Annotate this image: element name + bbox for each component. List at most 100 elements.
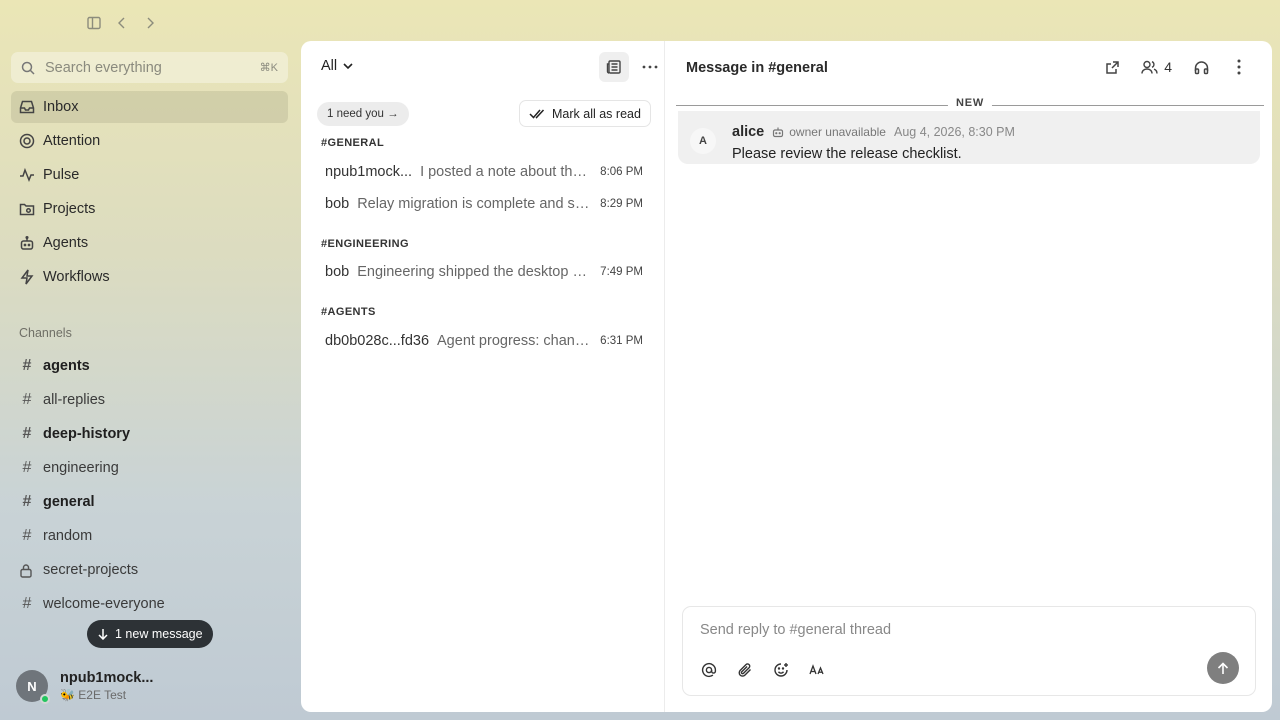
more-vertical-icon: [1237, 59, 1241, 75]
main-panel: All 1 need you → Mark all as read #GENER…: [301, 41, 1272, 712]
inbox-row-sender: bob: [325, 196, 350, 212]
inbox-row[interactable]: db0b028c...fd36 Agent progress: channel …: [325, 331, 643, 351]
bolt-icon: [19, 269, 35, 285]
channel-name: secret-projects: [43, 562, 139, 578]
nav-item-label: Inbox: [43, 99, 79, 115]
nav-item-label: Attention: [43, 133, 101, 149]
inbox-row-time: 7:49 PM: [600, 266, 643, 278]
inbox-row-time: 8:29 PM: [600, 198, 643, 210]
inbox-row[interactable]: npub1mock... I posted a note about the r…: [325, 162, 643, 182]
channel-name: deep-history: [43, 426, 131, 442]
paperclip-icon[interactable]: [733, 658, 757, 682]
inbox-row[interactable]: bob Relay migration is complete and stab…: [325, 194, 643, 214]
search-input[interactable]: Search everything ⌘K: [11, 52, 288, 83]
online-indicator: [40, 694, 50, 704]
nav-item-attention[interactable]: Attention: [11, 125, 288, 157]
avatar: A: [690, 128, 716, 154]
need-you-label: 1 need you →: [327, 108, 399, 120]
channel-item-agents[interactable]: # agents: [11, 349, 288, 383]
channel-name: general: [43, 494, 95, 510]
pulse-icon: [19, 167, 35, 183]
emoji-add-icon[interactable]: [769, 658, 793, 682]
newspaper-icon: [606, 59, 622, 75]
hash-icon: #: [22, 527, 32, 544]
new-label: NEW: [947, 97, 993, 109]
owner-status-badge: owner unavailable: [772, 125, 886, 139]
owner-status-label: owner unavailable: [789, 125, 886, 139]
nav-item-projects[interactable]: Projects: [11, 193, 288, 225]
channel-item-secret-projects[interactable]: secret-projects: [11, 553, 288, 587]
primary-nav: Inbox Attention Pulse Projects Agents Wo…: [11, 91, 288, 295]
channel-list: # agents # all-replies # deep-history # …: [11, 349, 288, 621]
avatar-initial: A: [699, 135, 707, 147]
open-external-button[interactable]: [1097, 52, 1127, 82]
user-name: npub1mock...: [60, 670, 154, 686]
inbox-group-title: #ENGINEERING: [321, 238, 409, 250]
arrow-up-icon: [1217, 661, 1229, 675]
need-you-filter[interactable]: 1 need you →: [317, 102, 409, 126]
lock-icon: [19, 563, 35, 578]
nav-item-inbox[interactable]: Inbox: [11, 91, 288, 123]
channel-name: all-replies: [43, 392, 106, 408]
reader-view-button[interactable]: [599, 52, 629, 82]
member-count: 4: [1164, 59, 1172, 75]
inbox-pane: All 1 need you → Mark all as read #GENER…: [301, 41, 665, 712]
inbox-more-button[interactable]: [635, 52, 665, 82]
target-icon: [19, 133, 35, 149]
inbox-row-preview: Relay migration is complete and stable: [357, 196, 593, 212]
inbox-row-preview: Engineering shipped the desktop build to…: [357, 264, 592, 280]
inbox-group-title: #GENERAL: [321, 137, 385, 149]
message-author[interactable]: alice: [732, 124, 764, 140]
inbox-toolbar: [599, 52, 665, 82]
send-button[interactable]: [1207, 652, 1239, 684]
thread-pane: Message in #general 4 NEW A alice owner …: [666, 41, 1272, 712]
user-profile[interactable]: N npub1mock... 🐝 E2E Test: [16, 670, 154, 704]
thread-more-button[interactable]: [1224, 52, 1254, 82]
nav-item-agents[interactable]: Agents: [11, 227, 288, 259]
huddle-button[interactable]: [1186, 52, 1216, 82]
composer-toolbar: [697, 658, 829, 682]
inbox-row-time: 6:31 PM: [600, 335, 643, 347]
channel-item-deep-history[interactable]: # deep-history: [11, 417, 288, 451]
channel-item-all-replies[interactable]: # all-replies: [11, 383, 288, 417]
hash-icon: #: [22, 493, 32, 510]
channel-name: engineering: [43, 460, 119, 476]
arrow-down-icon: [97, 628, 109, 640]
hash-icon: #: [22, 391, 32, 408]
reply-composer[interactable]: Send reply to #general thread: [682, 606, 1256, 696]
reply-input[interactable]: Send reply to #general thread: [700, 622, 891, 638]
inbox-icon: [19, 99, 35, 115]
thread-title: Message in #general: [686, 60, 828, 76]
hash-icon: #: [22, 357, 32, 374]
nav-item-pulse[interactable]: Pulse: [11, 159, 288, 191]
double-check-icon: [529, 108, 545, 120]
inbox-row-sender: db0b028c...fd36: [325, 333, 430, 349]
inbox-group-title: #AGENTS: [321, 306, 376, 318]
channel-item-random[interactable]: # random: [11, 519, 288, 553]
inbox-row[interactable]: bob Engineering shipped the desktop buil…: [325, 262, 643, 282]
nav-item-label: Agents: [43, 235, 89, 251]
user-status: 🐝 E2E Test: [60, 688, 127, 702]
channel-item-general[interactable]: # general: [11, 485, 288, 519]
channels-heading: Channels: [19, 326, 72, 340]
members-button[interactable]: 4: [1135, 52, 1178, 82]
inbox-row-preview: I posted a note about the release checkl…: [420, 164, 592, 180]
thread-toolbar: 4: [1097, 52, 1254, 82]
avatar: N: [16, 670, 50, 704]
search-icon: [21, 61, 35, 75]
new-message-label: 1 new message: [115, 627, 203, 641]
channel-item-engineering[interactable]: # engineering: [11, 451, 288, 485]
nav-item-workflows[interactable]: Workflows: [11, 261, 288, 293]
channel-item-welcome-everyone[interactable]: # welcome-everyone: [11, 587, 288, 621]
text-format-icon[interactable]: [805, 658, 829, 682]
nav-item-label: Workflows: [43, 269, 110, 285]
avatar-initial: N: [27, 678, 37, 694]
inbox-row-sender: npub1mock...: [325, 164, 413, 180]
mention-icon[interactable]: [697, 658, 721, 682]
new-message-button[interactable]: 1 new message: [87, 620, 213, 648]
message-item[interactable]: A alice owner unavailable Aug 4, 2026, 8…: [678, 111, 1260, 164]
more-horizontal-icon: [642, 65, 658, 69]
sidebar: Search everything ⌘K Inbox Attention Pul…: [0, 0, 300, 720]
mark-all-read-button[interactable]: Mark all as read: [519, 100, 651, 127]
inbox-filter-dropdown[interactable]: All: [321, 58, 355, 74]
